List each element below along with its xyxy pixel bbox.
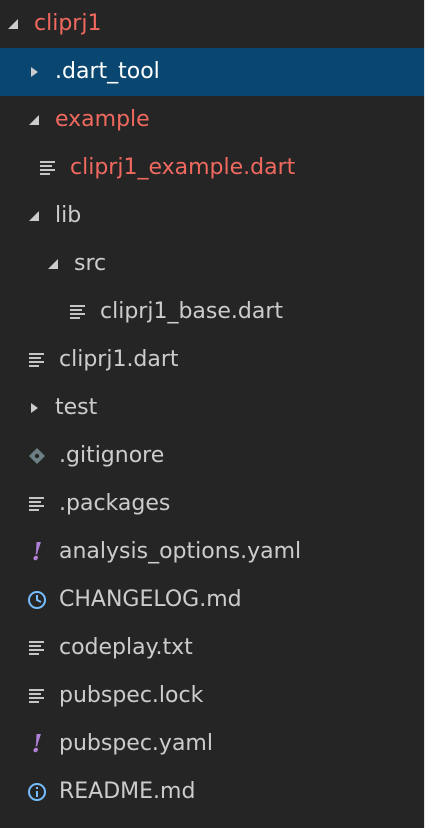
- tree-item-label: README.md: [59, 779, 196, 804]
- git-diamond-icon: [27, 445, 47, 467]
- tree-item-label: cliprj1_base.dart: [100, 299, 283, 324]
- lines-file-icon: [38, 157, 58, 179]
- lines-file-icon: [27, 493, 47, 515]
- tree-file-changelog-md[interactable]: CHANGELOG.md: [0, 576, 424, 624]
- tree-file-readme-md[interactable]: README.md: [0, 768, 424, 816]
- chevron-down-icon[interactable]: [27, 113, 41, 127]
- lines-file-icon: [27, 349, 47, 371]
- exclamation-icon: !: [27, 537, 47, 566]
- tree-file-pubspec-yaml[interactable]: ! pubspec.yaml: [0, 720, 424, 768]
- tree-item-label: example: [55, 107, 150, 132]
- info-icon: [27, 781, 47, 803]
- tree-item-label: analysis_options.yaml: [59, 539, 302, 564]
- tree-file-cliprj1-base-dart[interactable]: cliprj1_base.dart: [0, 288, 424, 336]
- tree-item-label: pubspec.yaml: [59, 731, 213, 756]
- tree-file-cliprj1-example-dart[interactable]: cliprj1_example.dart: [0, 144, 424, 192]
- tree-folder-example[interactable]: example: [0, 96, 424, 144]
- clock-icon: [27, 589, 47, 611]
- lines-file-icon: [68, 301, 88, 323]
- exclamation-glyph: !: [31, 537, 43, 566]
- chevron-right-icon[interactable]: [27, 401, 41, 415]
- tree-folder-src[interactable]: src: [0, 240, 424, 288]
- tree-folder-lib[interactable]: lib: [0, 192, 424, 240]
- chevron-right-icon[interactable]: [27, 65, 41, 79]
- tree-item-label: CHANGELOG.md: [59, 587, 242, 612]
- lines-file-icon: [27, 685, 47, 707]
- lines-file-icon: [27, 637, 47, 659]
- chevron-down-icon[interactable]: [46, 257, 60, 271]
- tree-item-label: src: [74, 251, 107, 276]
- tree-item-label: codeplay.txt: [59, 635, 193, 660]
- tree-item-label: pubspec.lock: [59, 683, 204, 708]
- chevron-down-icon[interactable]: [27, 209, 41, 223]
- tree-file-gitignore[interactable]: .gitignore: [0, 432, 424, 480]
- tree-file-pubspec-lock[interactable]: pubspec.lock: [0, 672, 424, 720]
- tree-item-label: cliprj1.dart: [59, 347, 179, 372]
- tree-item-label: test: [55, 395, 98, 420]
- tree-item-label: .gitignore: [59, 443, 165, 468]
- tree-folder-dart-tool[interactable]: .dart_tool: [0, 48, 424, 96]
- file-explorer-tree: cliprj1 .dart_tool example cliprj1_examp…: [0, 0, 424, 828]
- chevron-down-icon[interactable]: [6, 17, 20, 31]
- exclamation-icon: !: [27, 729, 47, 758]
- tree-item-label: .packages: [59, 491, 171, 516]
- tree-item-label: lib: [55, 203, 82, 228]
- tree-root-cliprj1[interactable]: cliprj1: [0, 0, 424, 48]
- tree-item-label: cliprj1_example.dart: [70, 155, 296, 180]
- tree-file-packages[interactable]: .packages: [0, 480, 424, 528]
- exclamation-glyph: !: [31, 729, 43, 758]
- tree-file-analysis-options-yaml[interactable]: ! analysis_options.yaml: [0, 528, 424, 576]
- tree-folder-test[interactable]: test: [0, 384, 424, 432]
- tree-item-label: .dart_tool: [55, 59, 160, 84]
- panel-divider: [424, 0, 425, 828]
- tree-item-label: cliprj1: [34, 11, 102, 36]
- tree-file-cliprj1-dart[interactable]: cliprj1.dart: [0, 336, 424, 384]
- tree-file-codeplay-txt[interactable]: codeplay.txt: [0, 624, 424, 672]
